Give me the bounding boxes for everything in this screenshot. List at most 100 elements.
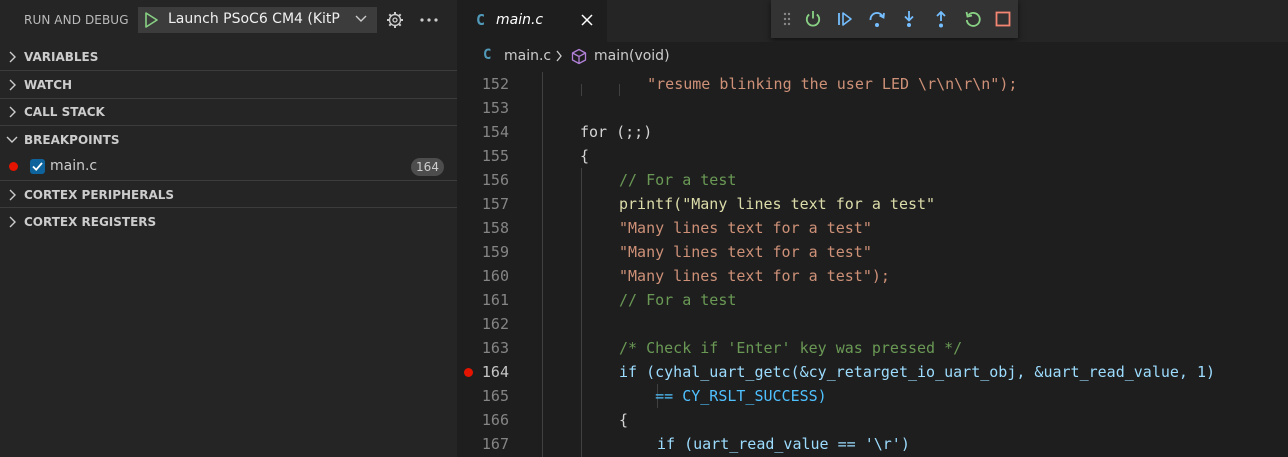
checkmark-icon (32, 162, 43, 172)
sidebar-title: RUN AND DEBUG (24, 13, 129, 27)
c-file-icon: C (476, 11, 486, 29)
line-number: 163 (481, 339, 509, 357)
tab-main-c[interactable]: C main.c (457, 0, 607, 42)
run-and-debug-sidebar: RUN AND DEBUG Launch PSoC6 CM4 (KitP VAR… (0, 0, 457, 457)
editor-area: C main.c C main.c main(void) 152 "resume… (457, 0, 1288, 457)
start-debugging-icon[interactable] (144, 12, 158, 28)
line-text: if (cyhal_uart_getc(&cy_retarget_io_uart… (619, 363, 1216, 381)
continue-icon[interactable] (835, 9, 855, 29)
more-actions-icon[interactable] (419, 11, 439, 29)
section-call-stack[interactable]: CALL STACK (0, 98, 457, 125)
restart-icon[interactable] (963, 9, 983, 29)
line-text: "Many lines text for a test" (619, 243, 872, 261)
section-cortex-registers[interactable]: CORTEX REGISTERS (0, 208, 457, 235)
code-line: 162 (457, 312, 1288, 336)
chevron-down-icon (355, 15, 367, 22)
line-number: 161 (481, 291, 509, 309)
line-text: "resume blinking the user LED \r\n\r\n")… (611, 75, 1018, 93)
tab-label: main.c (496, 12, 544, 28)
code-view[interactable]: 152 "resume blinking the user LED \r\n\r… (457, 72, 1288, 457)
c-file-icon: C (483, 47, 492, 63)
section-label: CORTEX REGISTERS (24, 215, 157, 229)
line-text: for (;;) (580, 123, 653, 141)
sidebar-header: RUN AND DEBUG Launch PSoC6 CM4 (KitP (0, 0, 457, 42)
method-cube-icon (571, 48, 587, 65)
breakpoint-item[interactable]: main.c 164 (0, 153, 457, 180)
line-text: { (580, 147, 590, 165)
breadcrumb-file[interactable]: main.c (504, 48, 551, 64)
section-label: VARIABLES (24, 50, 99, 64)
chevron-down-icon (6, 136, 18, 143)
breadcrumb-symbol[interactable]: main(void) (594, 48, 670, 64)
code-line: 165 == CY_RSLT_SUCCESS) (457, 384, 1288, 408)
step-out-icon[interactable] (931, 9, 951, 29)
code-line: 160 "Many lines text for a test"); (457, 264, 1288, 288)
code-line: 158 "Many lines text for a test" (457, 216, 1288, 240)
section-label: WATCH (24, 78, 73, 92)
line-number: 156 (481, 171, 509, 189)
section-variables[interactable]: VARIABLES (0, 43, 457, 70)
line-number: 153 (481, 99, 509, 117)
section-label: CORTEX PERIPHERALS (24, 188, 175, 202)
code-line: 155 { (457, 144, 1288, 168)
breakpoint-dot-icon (9, 162, 18, 171)
breakpoint-line-badge: 164 (411, 158, 444, 176)
stop-icon[interactable] (993, 9, 1013, 29)
line-text: == CY_RSLT_SUCCESS) (619, 387, 827, 405)
line-number: 154 (481, 123, 509, 141)
launch-config-select[interactable]: Launch PSoC6 CM4 (KitP (138, 7, 377, 33)
chevron-right-icon (9, 79, 16, 91)
section-label: CALL STACK (24, 105, 105, 119)
line-text: { (619, 411, 629, 429)
line-text: "Many lines text for a test"); (619, 267, 890, 285)
line-number: 162 (481, 315, 509, 333)
line-number: 165 (481, 387, 509, 405)
step-into-icon[interactable] (899, 9, 919, 29)
line-number: 158 (481, 219, 509, 237)
code-line: 159 "Many lines text for a test" (457, 240, 1288, 264)
line-number: 159 (481, 243, 509, 261)
code-line: 161 // For a test (457, 288, 1288, 312)
code-line: 156 // For a test (457, 168, 1288, 192)
step-over-icon[interactable] (867, 9, 887, 29)
code-line: 166 { (457, 408, 1288, 432)
line-number: 157 (481, 195, 509, 213)
line-number: 166 (481, 411, 509, 429)
section-breakpoints[interactable]: BREAKPOINTS (0, 126, 457, 153)
chevron-right-icon (9, 189, 16, 201)
section-cortex-peripherals[interactable]: CORTEX PERIPHERALS (0, 181, 457, 208)
chevron-right-icon (556, 50, 562, 62)
disconnect-icon[interactable] (803, 9, 823, 29)
code-line: 163 /* Check if 'Enter' key was pressed … (457, 336, 1288, 360)
chevron-right-icon (9, 216, 16, 228)
line-number: 164 (481, 363, 509, 381)
section-label: BREAKPOINTS (24, 133, 120, 147)
code-line: 153 (457, 96, 1288, 120)
breakpoint-enabled-checkbox[interactable] (30, 159, 45, 174)
code-line: 154 for (;;) (457, 120, 1288, 144)
section-watch[interactable]: WATCH (0, 71, 457, 98)
code-line: 167 if (uart_read_value == '\r') (457, 432, 1288, 456)
grip-icon[interactable] (783, 11, 791, 27)
code-line: 157 printf("Many lines text for a test" (457, 192, 1288, 216)
line-number: 155 (481, 147, 509, 165)
line-text: if (uart_read_value == '\r') (657, 435, 910, 453)
close-icon[interactable] (580, 13, 594, 27)
line-number: 152 (481, 75, 509, 93)
line-text: // For a test (619, 171, 737, 189)
line-number: 160 (481, 267, 509, 285)
line-text: "Many lines text for a test" (619, 219, 872, 237)
line-text: /* Check if 'Enter' key was pressed */ (619, 339, 963, 357)
launch-config-label: Launch PSoC6 CM4 (KitP (168, 11, 340, 27)
line-text: printf("Many lines text for a test" (619, 195, 936, 213)
gear-icon[interactable] (386, 11, 404, 29)
line-text: // For a test (619, 291, 737, 309)
line-number: 167 (481, 435, 509, 453)
breakpoint-file: main.c (50, 158, 98, 174)
code-line: 152 "resume blinking the user LED \r\n\r… (457, 72, 1288, 96)
chevron-right-icon (9, 51, 16, 63)
code-line: 164 if (cyhal_uart_getc(&cy_retarget_io_… (457, 360, 1288, 384)
chevron-right-icon (9, 106, 16, 118)
debug-toolbar (771, 0, 1018, 38)
breadcrumb: C main.c main(void) (457, 42, 1288, 70)
